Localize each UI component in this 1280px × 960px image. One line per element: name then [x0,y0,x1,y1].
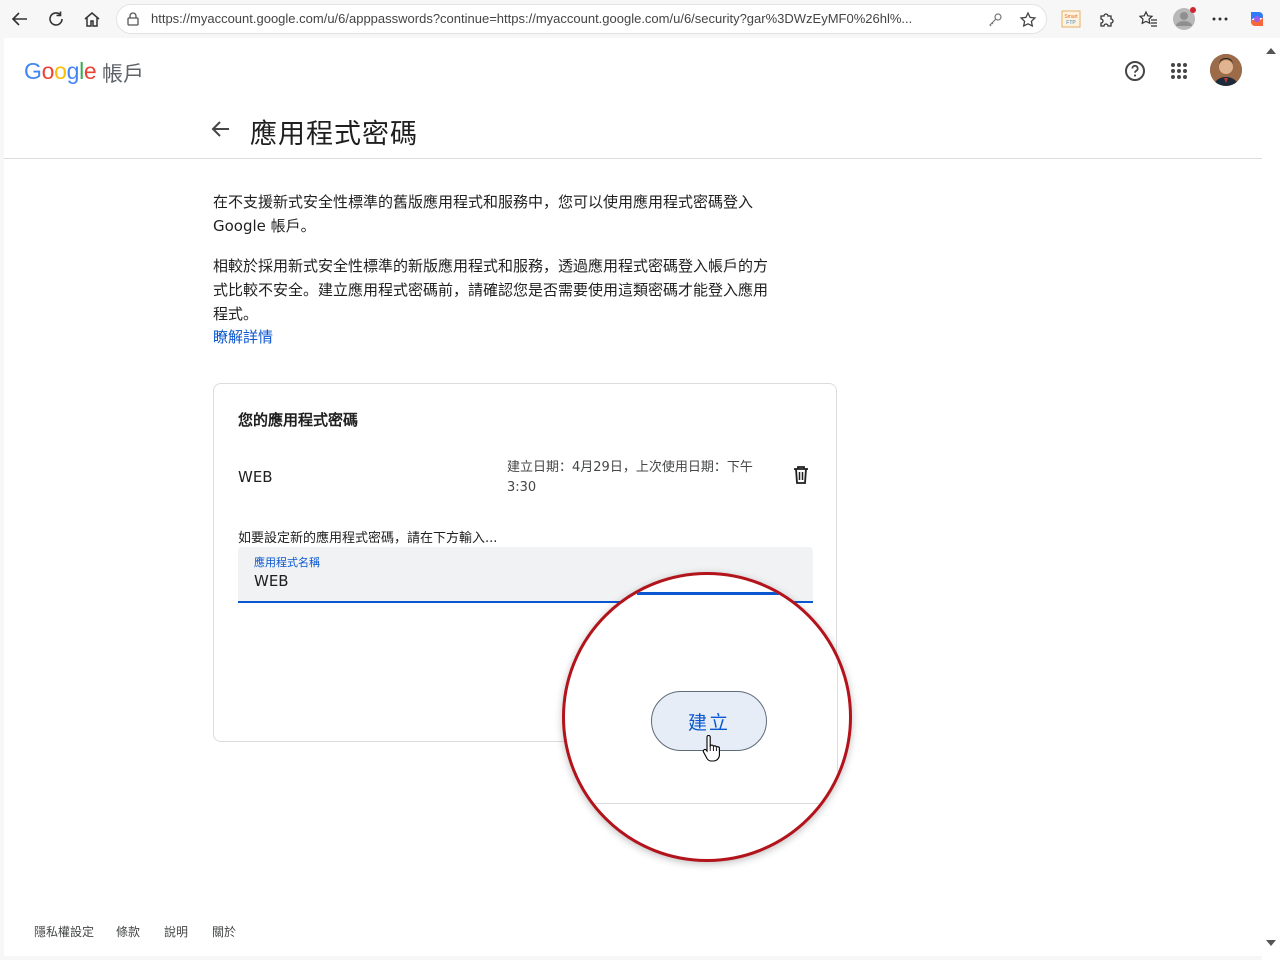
hand-cursor-icon [702,735,720,762]
delete-trash-icon[interactable] [790,464,812,486]
more-options-icon[interactable] [1208,7,1232,31]
browser-toolbar: https://myaccount.google.com/u/6/apppass… [0,0,1280,38]
password-entry-name: WEB [238,468,273,486]
learn-more-link[interactable]: 瞭解詳情 [213,326,273,347]
footer-link-about[interactable]: 關於 [212,923,236,940]
card-heading: 您的應用程式密碼 [238,411,359,429]
reload-icon[interactable] [43,7,69,31]
back-icon[interactable] [7,7,33,31]
footer-link-privacy[interactable]: 隱私權設定 [34,923,94,940]
footer-link-terms[interactable]: 條款 [116,923,140,940]
svg-text:FTP: FTP [1066,20,1076,26]
password-entry-meta: 建立日期：4月29日，上次使用日期：下午 3:30 [507,460,753,495]
footer-link-help[interactable]: 說明 [164,923,188,940]
favorites-icon[interactable] [1136,7,1160,31]
app-name-input[interactable]: WEB [254,572,289,590]
page-scrollbar[interactable] [1262,38,1280,960]
magnified-field-underline [637,592,783,595]
favorite-star-icon[interactable] [1019,11,1037,29]
magnified-card-bottom [565,803,849,804]
smartftp-extension-icon[interactable]: Smart FTP [1059,7,1083,31]
new-password-hint: 如要設定新的應用程式密碼，請在下方輸入... [238,531,498,546]
profile-icon[interactable] [1172,7,1196,31]
product-name[interactable]: 帳戶 [102,58,144,88]
intro-paragraph-1: 在不支援新式安全性標準的舊版應用程式和服務中，您可以使用應用程式密碼登入 Goo… [213,193,754,235]
address-bar[interactable]: https://myaccount.google.com/u/6/apppass… [116,4,1047,34]
app-name-label: 應用程式名稱 [254,556,320,569]
help-icon[interactable] [1123,59,1147,83]
password-key-icon[interactable] [987,12,1003,28]
google-logo[interactable]: Google [24,58,97,85]
copilot-icon[interactable] [1245,7,1269,31]
apps-grid-icon[interactable] [1167,59,1191,83]
site-info-icon[interactable] [126,12,140,26]
magnified-card-edge [837,575,838,805]
intro-paragraph-2: 相較於採用新式安全性標準的新版應用程式和服務，透過應用程式密碼登入帳戶的方式比較… [213,257,769,323]
back-arrow-icon[interactable] [210,118,232,140]
url-text: https://myaccount.google.com/u/6/apppass… [151,11,913,26]
home-icon[interactable] [79,7,105,31]
header-divider [4,158,1262,159]
magnifier-highlight: 建立 [562,572,852,862]
page-title: 應用程式密碼 [250,119,418,150]
scroll-down-icon[interactable] [1266,940,1276,946]
extensions-puzzle-icon[interactable] [1095,7,1119,31]
scroll-up-icon[interactable] [1266,48,1276,54]
account-avatar[interactable] [1210,54,1242,86]
